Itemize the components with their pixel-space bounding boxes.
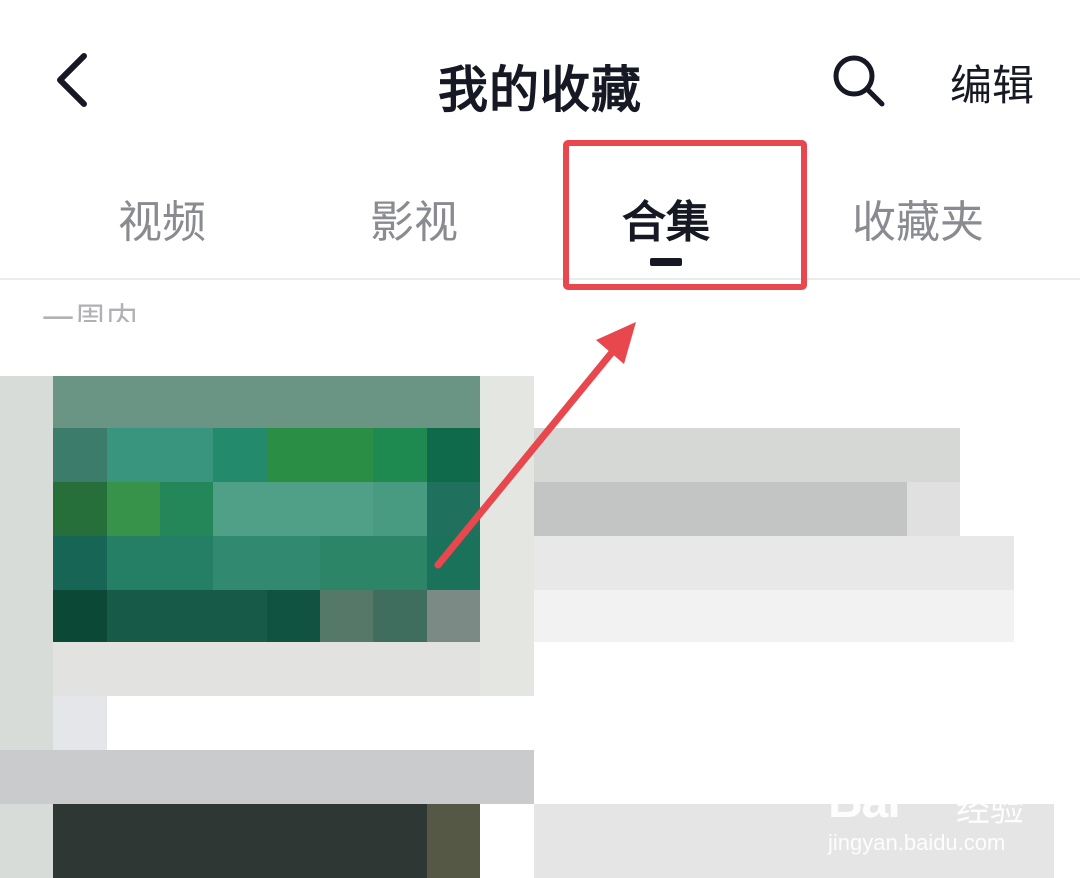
watermark-brand: Bai	[828, 775, 901, 828]
tab-collections[interactable]: 合集	[546, 186, 786, 250]
tab-videos[interactable]: 视频	[42, 186, 282, 250]
search-button[interactable]	[826, 48, 890, 112]
page-title: 我的收藏	[438, 61, 642, 119]
watermark-brand-sub: 经验	[956, 790, 1024, 830]
tab-films[interactable]: 影视	[294, 186, 534, 250]
app-header: 我的收藏 编辑	[0, 0, 1080, 160]
edit-button[interactable]: 编辑	[950, 52, 1034, 113]
tab-bar: 视频 影视 合集 收藏夹	[0, 160, 1080, 280]
baidu-watermark: Bai 经验 jingyan.baidu.com	[828, 760, 1068, 870]
active-tab-indicator	[650, 258, 682, 266]
tab-favorite-folders[interactable]: 收藏夹	[798, 186, 1038, 250]
search-icon	[833, 55, 885, 107]
watermark-url: jingyan.baidu.com	[828, 830, 1006, 855]
